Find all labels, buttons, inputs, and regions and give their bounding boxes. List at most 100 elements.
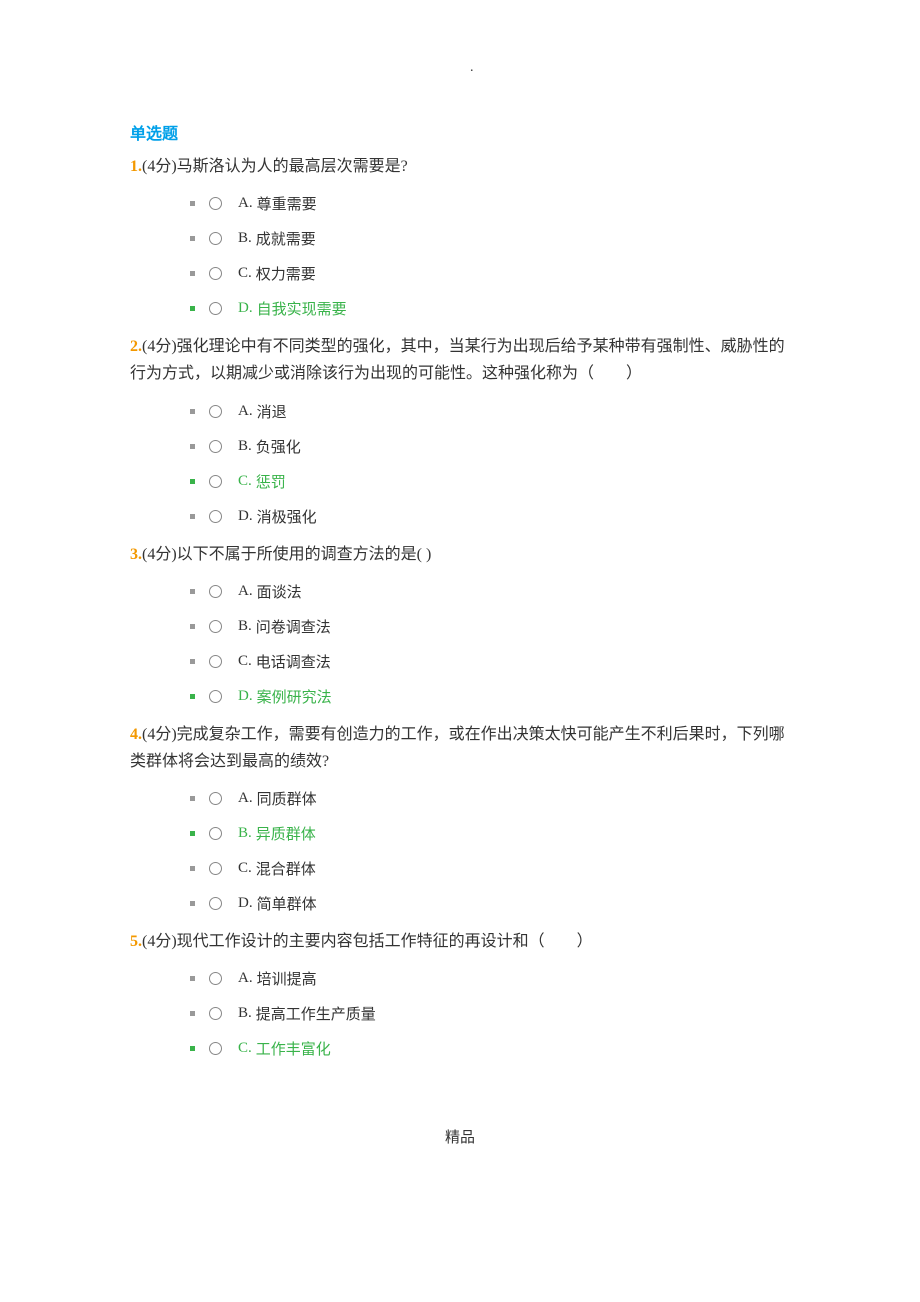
option-item[interactable]: A.消退 [190,394,790,429]
bullet-icon [190,271,195,276]
option-item[interactable]: D.简单群体 [190,886,790,921]
page-container: . 单选题 1.(4分)马斯洛认为人的最高层次需要是?A.尊重需要B.成就需要C… [0,0,920,1207]
bullet-icon [190,1011,195,1016]
bullet-icon [190,514,195,519]
option-label: A. [238,790,253,807]
bullet-icon [190,1046,195,1051]
option-text: 混合群体 [256,858,316,879]
question: 1.(4分)马斯洛认为人的最高层次需要是?A.尊重需要B.成就需要C.权力需要D… [130,152,790,326]
option-item[interactable]: B.提高工作生产质量 [190,996,790,1031]
radio-icon[interactable] [209,232,222,245]
question-number: 5. [130,933,142,950]
question-header: 5.(4分)现代工作设计的主要内容包括工作特征的再设计和（ ） [130,927,790,955]
option-text: 简单群体 [257,893,317,914]
footer-text: 精品 [130,1126,790,1147]
radio-icon[interactable] [209,792,222,805]
radio-icon[interactable] [209,1007,222,1020]
option-item[interactable]: D.消极强化 [190,499,790,534]
option-item[interactable]: C.电话调查法 [190,644,790,679]
option-text: 成就需要 [256,228,316,249]
option-label: B. [238,230,252,247]
option-text: 培训提高 [257,968,317,989]
option-label: C. [238,653,252,670]
question-header: 2.(4分)强化理论中有不同类型的强化，其中，当某行为出现后给予某种带有强制性、… [130,332,790,387]
option-text: 惩罚 [256,471,286,492]
bullet-icon [190,976,195,981]
radio-icon[interactable] [209,440,222,453]
radio-icon[interactable] [209,690,222,703]
option-label: B. [238,1005,252,1022]
option-label: C. [238,1040,252,1057]
radio-icon[interactable] [209,197,222,210]
bullet-icon [190,306,195,311]
radio-icon[interactable] [209,475,222,488]
question-header: 3.(4分)以下不属于所使用的调查方法的是( ) [130,540,790,568]
option-item[interactable]: B.异质群体 [190,816,790,851]
option-label: D. [238,508,253,525]
option-item[interactable]: C.混合群体 [190,851,790,886]
question-number: 3. [130,546,142,563]
option-item[interactable]: A.同质群体 [190,781,790,816]
option-item[interactable]: A.面谈法 [190,574,790,609]
radio-icon[interactable] [209,655,222,668]
option-text: 负强化 [256,436,301,457]
top-marker: . [470,60,474,76]
question-number: 2. [130,338,142,355]
radio-icon[interactable] [209,620,222,633]
question-text: 马斯洛认为人的最高层次需要是? [177,158,408,175]
question-header: 1.(4分)马斯洛认为人的最高层次需要是? [130,152,790,180]
option-item[interactable]: D.自我实现需要 [190,291,790,326]
option-text: 电话调查法 [256,651,331,672]
questions-container: 1.(4分)马斯洛认为人的最高层次需要是?A.尊重需要B.成就需要C.权力需要D… [130,152,790,1066]
bullet-icon [190,866,195,871]
option-item[interactable]: B.成就需要 [190,221,790,256]
bullet-icon [190,479,195,484]
option-label: A. [238,970,253,987]
option-text: 同质群体 [257,788,317,809]
option-label: D. [238,895,253,912]
bullet-icon [190,409,195,414]
option-text: 尊重需要 [257,193,317,214]
option-item[interactable]: D.案例研究法 [190,679,790,714]
option-label: B. [238,438,252,455]
bullet-icon [190,624,195,629]
radio-icon[interactable] [209,405,222,418]
option-text: 异质群体 [256,823,316,844]
radio-icon[interactable] [209,827,222,840]
option-list: A.消退B.负强化C.惩罚D.消极强化 [190,394,790,534]
option-text: 消极强化 [257,506,317,527]
option-item[interactable]: A.培训提高 [190,961,790,996]
option-item[interactable]: B.问卷调查法 [190,609,790,644]
option-item[interactable]: B.负强化 [190,429,790,464]
option-list: A.同质群体B.异质群体C.混合群体D.简单群体 [190,781,790,921]
question-number: 1. [130,158,142,175]
radio-icon[interactable] [209,897,222,910]
question-points: (4分) [142,546,177,563]
question-text: 现代工作设计的主要内容包括工作特征的再设计和（ ） [177,933,593,950]
option-label: C. [238,265,252,282]
radio-icon[interactable] [209,510,222,523]
option-item[interactable]: C.工作丰富化 [190,1031,790,1066]
bullet-icon [190,796,195,801]
radio-icon[interactable] [209,1042,222,1055]
option-list: A.尊重需要B.成就需要C.权力需要D.自我实现需要 [190,186,790,326]
bullet-icon [190,236,195,241]
radio-icon[interactable] [209,585,222,598]
radio-icon[interactable] [209,862,222,875]
question-points: (4分) [142,933,177,950]
bullet-icon [190,831,195,836]
option-label: B. [238,618,252,635]
radio-icon[interactable] [209,302,222,315]
option-text: 消退 [257,401,287,422]
bullet-icon [190,201,195,206]
radio-icon[interactable] [209,267,222,280]
option-item[interactable]: C.惩罚 [190,464,790,499]
option-item[interactable]: A.尊重需要 [190,186,790,221]
question-text: 完成复杂工作，需要有创造力的工作，或在作出决策太快可能产生不利后果时，下列哪类群… [130,726,785,770]
radio-icon[interactable] [209,972,222,985]
option-label: A. [238,195,253,212]
option-label: A. [238,403,253,420]
option-item[interactable]: C.权力需要 [190,256,790,291]
option-label: B. [238,825,252,842]
question: 5.(4分)现代工作设计的主要内容包括工作特征的再设计和（ ）A.培训提高B.提… [130,927,790,1066]
